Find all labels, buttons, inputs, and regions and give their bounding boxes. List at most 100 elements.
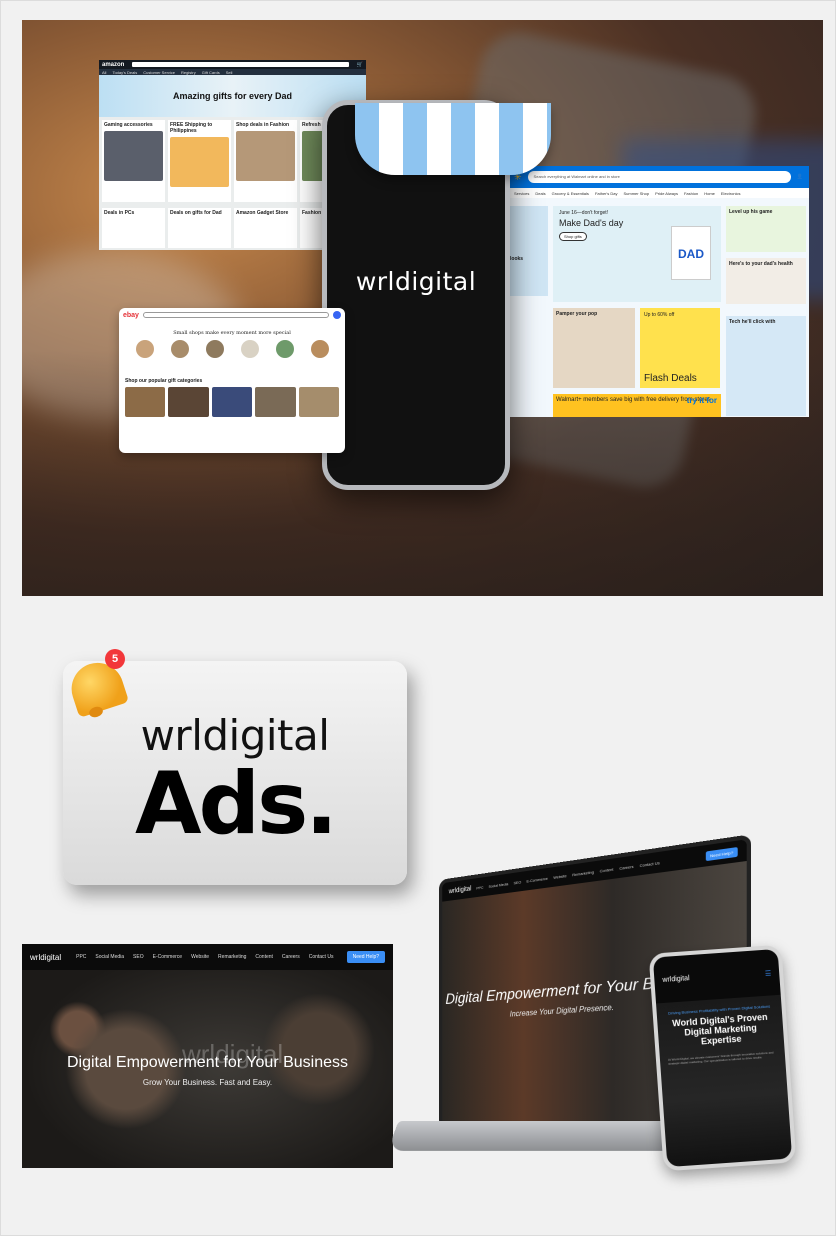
amazon-card: Deals on gifts for Dad: [168, 208, 231, 248]
ebay-category: [168, 387, 209, 417]
walmart-tile: Tech he'll click with: [726, 316, 806, 416]
amazon-card-image: [104, 131, 163, 181]
amazon-search-input: [132, 62, 349, 67]
ebay-search-input: [142, 312, 329, 318]
site-nav-item: Website: [191, 954, 210, 960]
walmart-dad-kicker: June 16—don't forget!: [559, 210, 609, 216]
amazon-card-title: Amazon Gadget Store: [236, 210, 289, 216]
ebay-circle: [240, 340, 259, 358]
search-icon: [333, 311, 341, 319]
mobile-logo: wrldigital: [662, 975, 690, 984]
amazon-topbar: amazon 🛒: [99, 60, 366, 69]
laptop-nav-item: Contact Us: [639, 859, 660, 868]
amazon-card: Shop deals in Fashion: [234, 120, 297, 202]
site-nav-item: Content: [255, 954, 273, 960]
ebay-category: [255, 387, 296, 417]
amazon-card: Amazon Gadget Store: [234, 208, 297, 248]
mobile-mockup: wrldigital ☰ Driving Business Profitabil…: [648, 944, 797, 1172]
page-frame: amazon 🛒 All Today's Deals Customer Serv…: [0, 0, 836, 1236]
mobile-paragraph: At World Digital, we elevate customers' …: [667, 1050, 774, 1066]
laptop-nav-item: Content: [599, 866, 614, 874]
walmart-nav: Services Deals Grocery & Essentials Fath…: [508, 188, 809, 198]
ads-word: Ads.: [135, 754, 338, 854]
dad-mug-icon: DAD: [671, 226, 711, 280]
walmart-tile-label: Here's to your dad's health: [729, 261, 793, 267]
walmart-tile-label: Tech he'll click with: [729, 319, 776, 325]
walmart-tile: Here's to your dad's health: [726, 258, 806, 304]
cart-icon: 🛒: [356, 61, 363, 68]
site-nav-item: Remarketing: [218, 954, 247, 960]
laptop-need-help-button: Need Help?: [705, 846, 738, 861]
website-desktop-screenshot: wrldigital PPC Social Media SEO E-Commer…: [22, 944, 393, 1168]
amazon-card-title: Deals in PCs: [104, 210, 135, 216]
ebay-circle: [170, 340, 189, 358]
walmart-search-input: Search everything at Walmart online and …: [527, 171, 791, 183]
amazon-card: Deals in PCs: [102, 208, 165, 248]
amazon-logo: amazon: [102, 61, 125, 68]
walmart-screenshot: ✳ Search everything at Walmart online an…: [508, 166, 809, 417]
amazon-card: FREE Shipping to Philippines: [168, 120, 231, 202]
amazon-card-image: [170, 137, 229, 187]
laptop-nav-item: PPC: [476, 884, 484, 891]
site-headline: Digital Empowerment for Your Business: [66, 1054, 349, 1071]
walmart-tile-label: Level up his game: [729, 209, 773, 215]
walmart-nav-item: Home: [704, 190, 715, 196]
hamburger-menu-icon: ☰: [764, 970, 772, 978]
walmart-shop-gifts-button: Shop gifts: [559, 232, 587, 241]
amazon-nav-item: All: [102, 69, 107, 75]
walmart-dad-banner: June 16—don't forget! Make Dad's day Sho…: [553, 206, 721, 302]
phone-brand-logo: wrldigital: [355, 267, 477, 296]
awning-icon: [355, 103, 551, 175]
walmart-tile: looks: [508, 206, 548, 296]
walmart-topbar: ✳ Search everything at Walmart online an…: [508, 166, 809, 188]
ebay-screenshot: ebay Small shops make every moment more …: [119, 308, 345, 453]
site-nav-item: Social Media: [95, 954, 125, 960]
ebay-gift-circles: [119, 336, 345, 362]
walmart-nav-item: Deals: [535, 190, 546, 196]
walmart-tile: Level up his game: [726, 206, 806, 252]
site-nav-item: SEO: [133, 954, 144, 960]
laptop-nav-item: Careers: [619, 863, 634, 871]
site-nav-item: E-Commerce: [152, 954, 183, 960]
ebay-circle: [275, 340, 294, 358]
walmart-nav-item: Pride Always: [655, 190, 678, 196]
laptop-base: [387, 1121, 699, 1151]
laptop-nav-item: Social Media: [488, 880, 509, 889]
notification-badge: 5: [105, 649, 125, 669]
ebay-category: [211, 387, 253, 417]
hero-image: amazon 🛒 All Today's Deals Customer Serv…: [22, 20, 823, 596]
ebay-category: [298, 387, 340, 417]
walmart-account-icon: 👤: [796, 174, 803, 180]
mobile-headline: World Digital's Proven Digital Marketing…: [671, 1011, 768, 1047]
laptop-nav-item: SEO: [513, 879, 522, 885]
amazon-nav-item: Gift Cards: [201, 69, 220, 75]
walmart-nav-item: Services: [514, 190, 530, 196]
amazon-card-title: Shop deals in Fashion: [236, 122, 290, 128]
ebay-circle: [310, 340, 329, 358]
amazon-nav-item: Today's Deals: [112, 69, 138, 75]
site-nav-item: PPC: [76, 954, 87, 960]
walmart-tile-label: looks: [510, 256, 524, 262]
site-nav-item: Contact Us: [308, 954, 334, 960]
walmart-flash-big: Flash Deals: [644, 373, 697, 384]
amazon-card-title: Fashion: [302, 210, 322, 216]
amazon-card: Gaming accessories: [102, 120, 165, 202]
need-help-button: Need Help?: [346, 951, 385, 963]
amazon-nav-item: Customer Service: [143, 69, 176, 75]
walmart-nav-item: Father's Day: [594, 190, 618, 196]
amazon-card-title: Refresh: [302, 122, 321, 128]
ebay-circle: [135, 340, 154, 358]
walmart-try-label: try it for: [686, 396, 717, 405]
walmart-flash-label: Up to 60% off: [644, 312, 675, 318]
laptop-nav-item: E-Commerce: [526, 875, 548, 884]
notification-bell-icon: 5: [63, 649, 133, 719]
amazon-card-title: Deals on gifts for Dad: [170, 210, 222, 216]
ebay-topbar: ebay: [119, 308, 345, 322]
amazon-nav-item: Registry: [181, 69, 196, 75]
site-nav-item: Careers: [281, 954, 300, 960]
amazon-nav-item: Sell: [225, 69, 233, 75]
walmart-tile: Pamper your pop: [553, 308, 635, 388]
walmart-tile-label: Pamper your pop: [556, 311, 598, 317]
ebay-categories: [119, 384, 345, 420]
ebay-logo: ebay: [123, 312, 139, 319]
